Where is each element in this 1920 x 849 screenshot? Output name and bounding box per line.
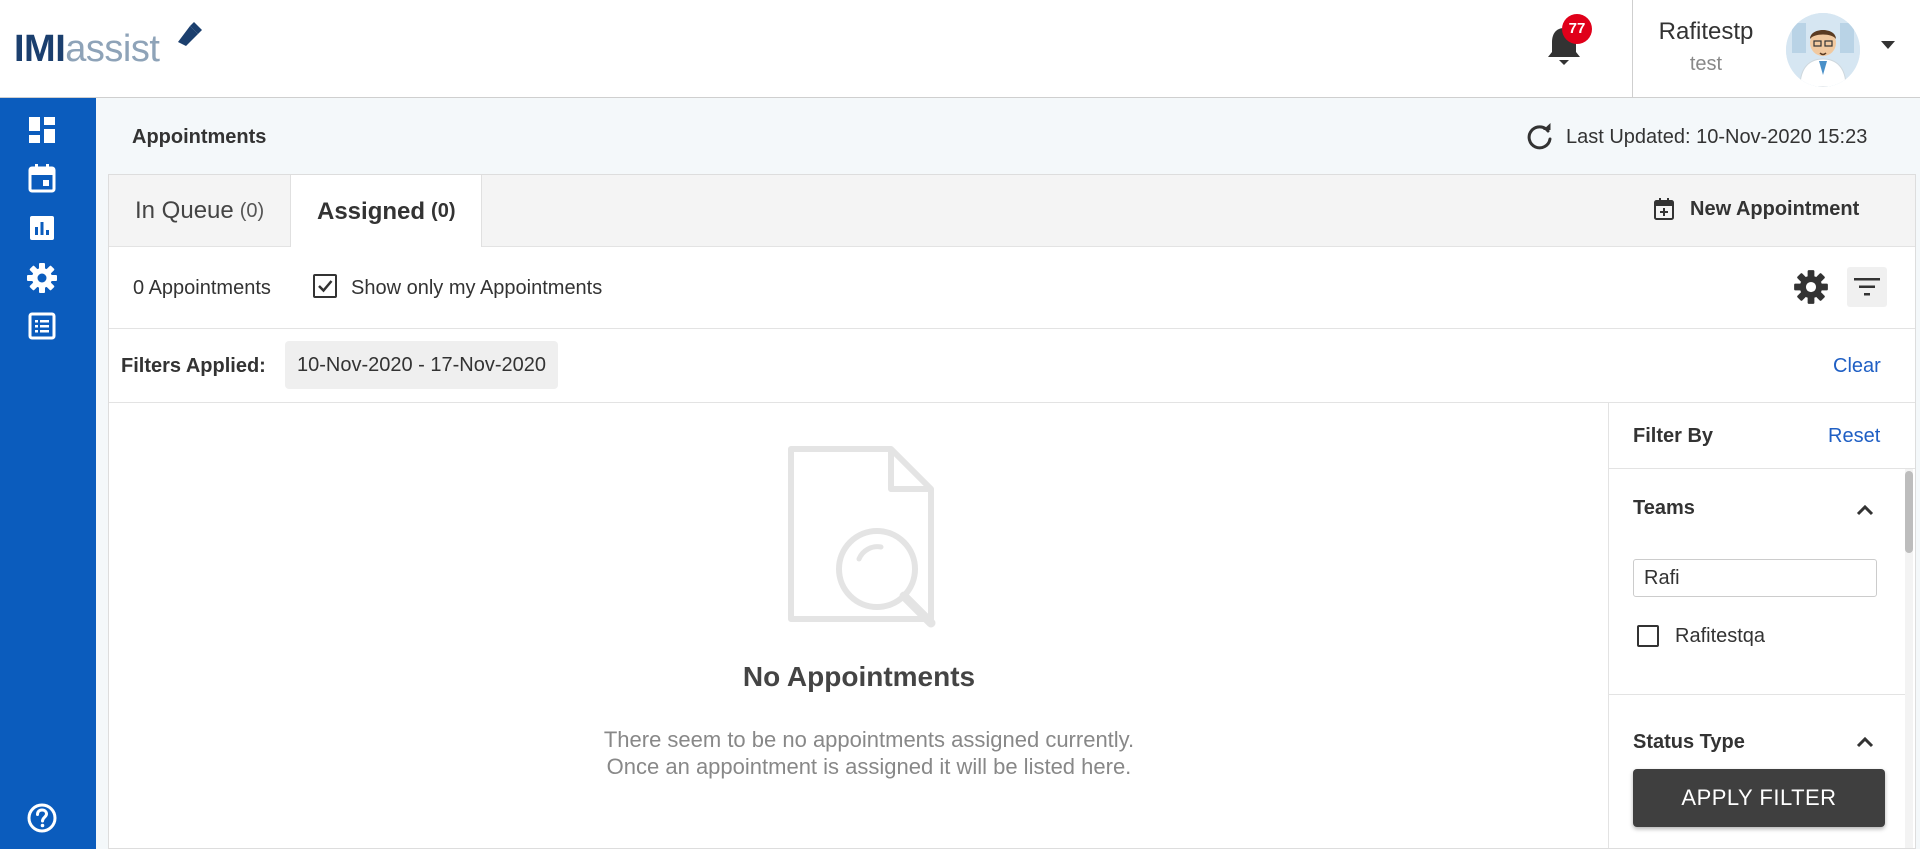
filter-panel-title: Filter By	[1633, 425, 1714, 447]
filters-applied-row: Filters Applied: 10-Nov-2020 - 17-Nov-20…	[109, 329, 1915, 403]
bar-chart-icon	[30, 216, 54, 240]
teams-search-input[interactable]	[1633, 559, 1877, 597]
show-only-mine-checkbox[interactable]	[313, 274, 337, 298]
avatar[interactable]	[1786, 13, 1860, 87]
filter-toggle-button[interactable]	[1847, 267, 1887, 307]
tab-count: (0)	[239, 199, 265, 222]
apply-filter-button[interactable]: APPLY FILTER	[1633, 769, 1885, 827]
appointment-count: 0 Appointments	[133, 277, 271, 299]
brand-logo[interactable]: IMIassist	[14, 22, 202, 78]
logo-text-light: assist	[65, 28, 160, 70]
status-type-section-title[interactable]: Status Type	[1633, 731, 1745, 754]
reset-filters-link[interactable]: Reset	[1828, 425, 1880, 448]
calendar-add-icon	[1654, 198, 1674, 220]
gear-icon	[27, 263, 57, 293]
list-icon	[28, 312, 56, 340]
nav-help[interactable]	[24, 800, 60, 836]
last-updated-text: Last Updated: 10-Nov-2020 15:23	[1566, 126, 1868, 148]
nav-list[interactable]	[24, 308, 60, 344]
header-divider	[1632, 0, 1633, 98]
top-header: IMIassist 77 Rafitestp test	[0, 0, 1920, 98]
checkmark-icon	[318, 280, 333, 293]
document-search-icon	[788, 446, 936, 628]
empty-state-description: There seem to be no appointments assigne…	[603, 727, 1135, 779]
appointments-toolbar: 0 Appointments Show only my Appointments	[109, 247, 1915, 329]
nav-reports[interactable]	[24, 210, 60, 246]
notification-badge: 77	[1562, 14, 1592, 44]
filter-lines-icon	[1854, 278, 1880, 296]
nav-calendar[interactable]	[24, 160, 60, 196]
tab-label: In Queue	[135, 197, 234, 224]
new-appointment-button[interactable]: New Appointment	[1652, 197, 1859, 221]
tab-count: (0)	[431, 200, 456, 222]
user-role: test	[1689, 53, 1723, 75]
chevron-up-icon[interactable]	[1855, 503, 1875, 517]
filter-panel: Filter By Reset Teams Rafitestqa Status …	[1608, 403, 1915, 848]
main-content: Appointments Last Updated: 10-Nov-2020 1…	[96, 98, 1920, 849]
team-option-label[interactable]: Rafitestqa	[1675, 625, 1765, 648]
filters-applied-label: Filters Applied:	[121, 355, 266, 377]
sidebar	[0, 98, 96, 849]
empty-state-title: No Appointments	[742, 661, 976, 692]
clear-filters-link[interactable]: Clear	[1833, 355, 1881, 378]
appointments-card: In Queue (0) Assigned (0) New Appointment …	[108, 174, 1916, 849]
calendar-icon	[28, 164, 56, 193]
new-appointment-label: New Appointment	[1690, 197, 1860, 220]
chevron-down-icon[interactable]	[1880, 38, 1896, 52]
chevron-up-icon[interactable]	[1855, 735, 1875, 749]
tab-bar: In Queue (0) Assigned (0) New Appointment	[109, 175, 1915, 248]
pen-icon	[178, 22, 202, 46]
doctor-avatar-icon	[1786, 13, 1860, 87]
logo-text-bold: IMI	[14, 28, 66, 70]
filter-panel-header: Filter By Reset	[1609, 403, 1915, 469]
page-title: Appointments	[132, 126, 267, 148]
settings-gear-icon[interactable]	[1793, 269, 1829, 305]
show-only-mine-label[interactable]: Show only my Appointments	[351, 277, 602, 300]
section-divider	[1609, 694, 1906, 695]
tab-assigned[interactable]: Assigned (0)	[290, 175, 483, 248]
teams-section-title[interactable]: Teams	[1633, 497, 1695, 520]
nav-dashboard[interactable]	[24, 112, 60, 148]
team-option-checkbox[interactable]	[1637, 625, 1659, 647]
tab-in-queue[interactable]: In Queue (0)	[109, 175, 290, 247]
tab-label: Assigned	[317, 197, 426, 225]
user-name: Rafitestp	[1658, 18, 1754, 45]
refresh-icon[interactable]	[1524, 122, 1554, 152]
scrollbar-thumb[interactable]	[1905, 471, 1913, 553]
help-icon	[27, 803, 57, 833]
empty-state: No Appointments There seem to be no appo…	[109, 403, 1609, 848]
nav-settings[interactable]	[24, 260, 60, 296]
dashboard-icon	[29, 117, 55, 143]
date-range-chip[interactable]: 10-Nov-2020 - 17-Nov-2020	[285, 341, 559, 389]
